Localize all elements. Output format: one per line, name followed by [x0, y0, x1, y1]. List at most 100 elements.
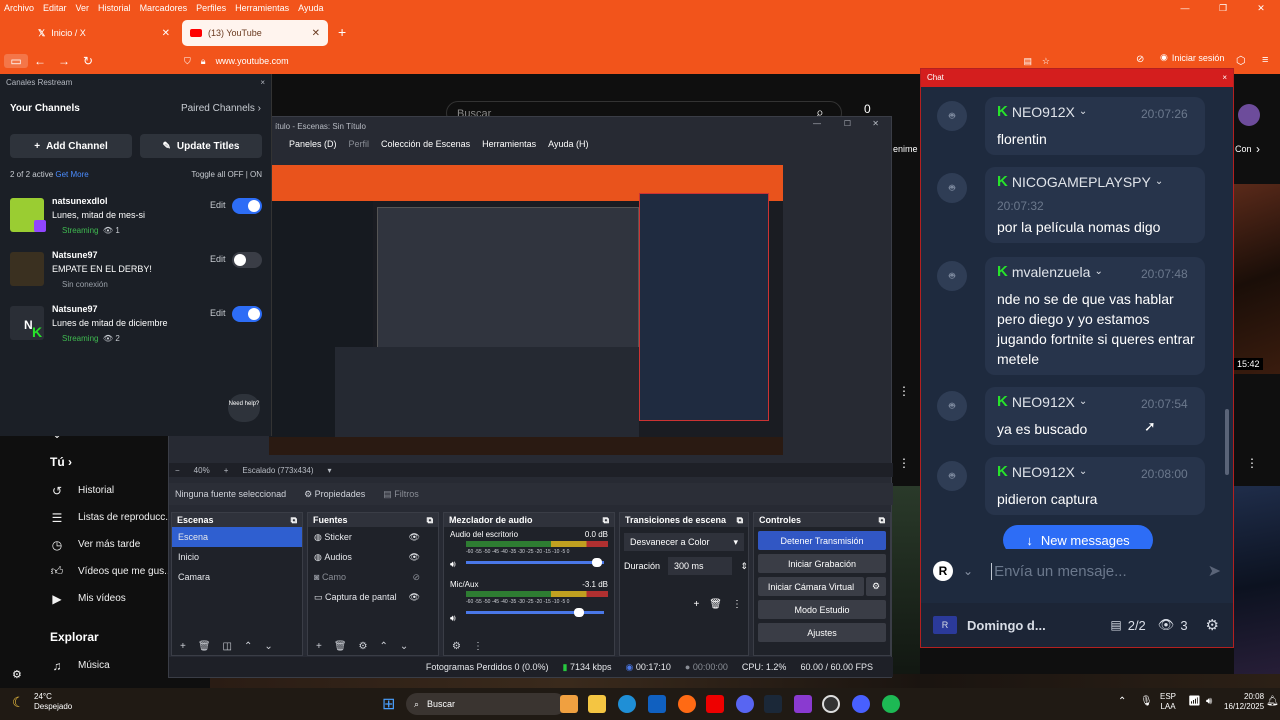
youtube-app-icon[interactable] [706, 695, 724, 713]
chip-partial[interactable]: enime [893, 144, 918, 154]
stop-streaming-button[interactable]: Detener Transmisión [758, 531, 886, 550]
folder-icon[interactable] [588, 695, 606, 713]
menu-archivo[interactable]: Archivo [4, 3, 34, 13]
forward-icon[interactable]: → [52, 54, 76, 68]
more-icon[interactable]: ⋮ [473, 641, 483, 652]
sidebar-item-music[interactable]: ♫ Música [34, 652, 174, 679]
toggle-all-on[interactable]: ON [250, 170, 262, 179]
plus-icon[interactable]: + [224, 466, 229, 475]
tab-x[interactable]: 𝕏 Inicio / X ✕ [30, 20, 178, 46]
source-item[interactable]: ◙ Camo ⊘ [308, 567, 438, 587]
scene-item[interactable]: Camara [172, 567, 302, 587]
clock[interactable]: 20:08 16/12/2025 [1224, 692, 1264, 712]
menu-ayuda[interactable]: Ayuda [298, 3, 323, 13]
menu-herramientas[interactable]: Herramientas [235, 3, 289, 13]
eye-hidden-icon[interactable]: ⊘ [412, 572, 420, 583]
sidebar-item-playlists[interactable]: ☰ Listas de reproducc... [34, 504, 174, 531]
dock-float-icon[interactable]: ⧉ [427, 515, 433, 525]
need-help-button[interactable]: Need help? [228, 394, 260, 422]
edit-link[interactable]: Edit [210, 308, 226, 318]
chat-scrollbar[interactable] [1225, 409, 1229, 475]
eye-icon[interactable]: 👁︎ [409, 592, 420, 603]
scene-item[interactable]: Inicio [172, 547, 302, 567]
game-app-icon[interactable] [794, 695, 812, 713]
more-options-icon[interactable]: ⋮ [898, 384, 910, 398]
obs-app-icon[interactable] [822, 695, 840, 713]
obs-menu-scene-collection[interactable]: Colección de Escenas [381, 139, 470, 149]
sidebar-item-liked[interactable]: 👍︎ Vídeos que me gus... [34, 558, 174, 585]
sidebar-toggle-icon[interactable]: ▭ [4, 54, 28, 68]
add-icon[interactable]: + [316, 641, 322, 652]
microphone-icon[interactable]: 🎙︎ [1140, 696, 1153, 707]
menu-marcadores[interactable]: Marcadores [140, 3, 188, 13]
new-tab-icon[interactable]: + [338, 24, 346, 40]
steam-icon[interactable] [764, 695, 782, 713]
filter-icon[interactable]: ◫ [223, 641, 232, 652]
chevron-right-icon[interactable]: › [1256, 142, 1260, 156]
restore-icon[interactable]: ❐ [1204, 0, 1242, 16]
scene-item[interactable]: Escena [172, 527, 302, 547]
edge-icon[interactable] [618, 695, 636, 713]
filters-button[interactable]: ▤ Filtros [383, 489, 419, 500]
add-icon[interactable]: + [693, 599, 699, 610]
dropdown-icon[interactable]: ▾ [328, 466, 332, 475]
discord-icon[interactable] [736, 695, 754, 713]
virtual-camera-button[interactable]: Iniciar Cámara Virtual [758, 577, 864, 596]
chevron-down-icon[interactable]: ⌄ [963, 564, 973, 578]
settings-button[interactable]: Ajustes [758, 623, 886, 642]
trash-icon[interactable]: 🗑︎ [334, 641, 347, 652]
gear-icon[interactable]: ⚙ [359, 641, 368, 652]
dock-float-icon[interactable]: ⧉ [603, 515, 609, 525]
windows-start-icon[interactable]: ⊞ [382, 694, 395, 714]
reader-icon[interactable]: ▤ [1023, 56, 1032, 67]
video-thumbnail[interactable] [1234, 486, 1280, 686]
close-icon[interactable]: × [260, 78, 265, 88]
weather-widget[interactable]: 24°C Despejado [34, 692, 72, 712]
close-icon[interactable]: × [1222, 73, 1227, 83]
signin-button[interactable]: ◉ Iniciar sesión [1160, 52, 1224, 63]
down-icon[interactable]: ⌄ [400, 641, 408, 652]
menu-editar[interactable]: Editar [43, 3, 67, 13]
get-more-link[interactable]: Get More [55, 170, 88, 179]
volume-fader[interactable] [466, 608, 604, 617]
source-item[interactable]: ◍ Audios 👁︎ [308, 547, 438, 567]
minimize-icon[interactable]: — [1166, 0, 1204, 16]
transition-select[interactable]: Desvanecer a Color ▾ [624, 533, 744, 551]
speaker-icon[interactable]: 🔊︎ [450, 613, 456, 624]
obs-menu-panels[interactable]: Paneles (D) [289, 139, 337, 149]
app-icon[interactable] [852, 695, 870, 713]
toggle-all-off[interactable]: OFF [227, 170, 243, 179]
taskbar-search[interactable]: ⌕ Buscar [406, 693, 566, 715]
reload-icon[interactable]: ↻ [76, 54, 100, 68]
gear-icon[interactable]: ⚙ [452, 641, 461, 652]
obs-menu-profile[interactable]: Perfil [349, 139, 370, 149]
start-recording-button[interactable]: Iniciar Grabación [758, 554, 886, 573]
files-app-icon[interactable] [560, 695, 578, 713]
update-titles-button[interactable]: ✎ Update Titles [140, 134, 262, 158]
settings-gear-icon[interactable]: ⚙ [12, 668, 22, 681]
you-section[interactable]: Tú › [34, 447, 174, 477]
up-icon[interactable]: ⌃ [244, 641, 252, 652]
close-icon[interactable]: ✕ [1242, 0, 1280, 16]
dock-float-icon[interactable]: ⧉ [737, 515, 743, 525]
obs-menu-tools[interactable]: Herramientas [482, 139, 536, 149]
gear-icon[interactable]: ⚙ [1206, 616, 1219, 634]
sidebar-item-watch-later[interactable]: ◷ Ver más tarde [34, 531, 174, 558]
eye-icon[interactable]: 👁︎ [409, 552, 420, 563]
close-tab-icon[interactable]: ✕ [312, 28, 320, 39]
more-options-icon[interactable]: ⋮ [1246, 456, 1258, 470]
obs-preview[interactable] [269, 165, 783, 455]
extensions-icon[interactable]: ⬡ [1236, 54, 1246, 67]
duration-input[interactable]: 300 ms [668, 557, 733, 575]
dock-float-icon[interactable]: ⧉ [879, 515, 885, 525]
sidebar-item-history[interactable]: ↺ Historial [34, 477, 174, 504]
tab-youtube[interactable]: (13) YouTube ✕ [182, 20, 328, 46]
channel-toggle[interactable] [232, 252, 262, 268]
chat-input[interactable]: Envía un mensaje... [991, 562, 1208, 580]
minus-icon[interactable]: − [175, 466, 180, 475]
send-icon[interactable]: ➤ [1208, 561, 1221, 581]
more-options-icon[interactable]: ⋮ [898, 456, 910, 470]
trash-icon[interactable]: 🗑︎ [709, 599, 722, 610]
chip-partial-right[interactable]: Con [1235, 144, 1252, 154]
more-icon[interactable]: ⋮ [732, 599, 742, 610]
